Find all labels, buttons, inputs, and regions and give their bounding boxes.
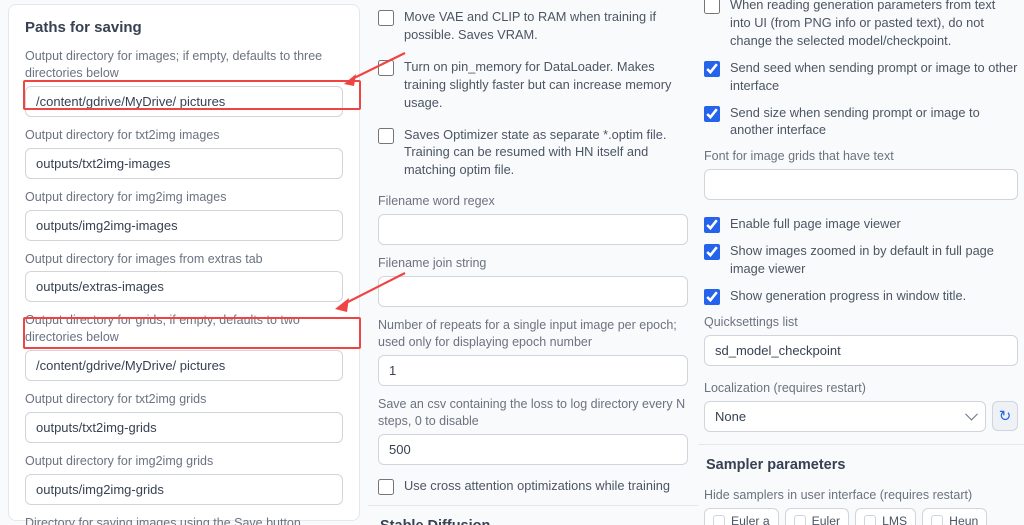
localization-label: Localization (requires restart) [704,380,1018,397]
outdir-img2img-images-input[interactable] [25,210,343,241]
save-optim-row[interactable]: Saves Optimizer state as separate *.opti… [378,126,688,180]
localization-select[interactable]: None [704,401,986,432]
send-size-checkbox[interactable] [704,106,720,122]
full-page-viewer-label: Enable full page image viewer [730,215,901,233]
refresh-icon: ↻ [999,407,1012,425]
progress-title-label: Show generation progress in window title… [730,287,966,305]
zoom-default-label: Show images zoomed in by default in full… [730,242,1018,278]
zoom-default-row[interactable]: Show images zoomed in by default in full… [704,242,1018,278]
checkbox-icon [713,515,725,525]
zoom-default-checkbox[interactable] [704,244,720,260]
send-seed-label: Send seed when sending prompt or image t… [730,59,1018,95]
infotext-keep-model-checkbox[interactable] [704,0,720,14]
infotext-keep-model-label: When reading generation parameters from … [730,0,1018,50]
move-vae-row[interactable]: Move VAE and CLIP to RAM when training i… [378,8,688,44]
checkbox-icon [864,515,876,525]
sampler-chip[interactable]: Euler [785,508,849,525]
filename-join-input[interactable] [378,276,688,307]
move-vae-label: Move VAE and CLIP to RAM when training i… [404,8,688,44]
outdir-img2img-images-label: Output directory for img2img images [25,189,343,206]
filename-regex-input[interactable] [378,214,688,245]
repeats-label: Number of repeats for a single input ima… [378,317,688,351]
filename-regex-label: Filename word regex [378,193,688,210]
repeats-input[interactable] [378,355,688,386]
sampler-chip-label: LMS [882,514,907,525]
outdir-images-label: Output directory for images; if empty, d… [25,48,343,82]
csv-steps-input[interactable] [378,434,688,465]
send-size-row[interactable]: Send size when sending prompt or image t… [704,104,1018,140]
sampler-chip-label: Euler a [731,514,770,525]
cross-attn-label: Use cross attention optimizations while … [404,477,670,495]
outdir-grids-input[interactable] [25,350,343,381]
sampler-chip-label: Heun [949,514,978,525]
paths-for-saving-card: Paths for saving Output directory for im… [8,4,360,521]
checkbox-icon [931,515,943,525]
paths-for-saving-title: Paths for saving [25,19,343,36]
outdir-txt2img-images-input[interactable] [25,148,343,179]
pin-memory-row[interactable]: Turn on pin_memory for DataLoader. Makes… [378,58,688,112]
sampler-parameters-heading: Sampler parameters [704,457,1018,481]
sampler-chip[interactable]: LMS [855,508,916,525]
outdir-grids-label: Output directory for grids; if empty, de… [25,312,343,346]
quicksettings-input[interactable] [704,335,1018,366]
save-optim-checkbox[interactable] [378,128,394,144]
font-grid-input[interactable] [704,169,1018,200]
quicksettings-label: Quicksettings list [704,314,1018,331]
csv-steps-label: Save an csv containing the loss to log d… [378,396,688,430]
send-size-label: Send size when sending prompt or image t… [730,104,1018,140]
outdir-img2img-grids-label: Output directory for img2img grids [25,453,343,470]
outdir-txt2img-images-label: Output directory for txt2img images [25,127,343,144]
cross-attn-checkbox[interactable] [378,479,394,495]
hide-samplers-label: Hide samplers in user interface (require… [704,487,1018,504]
outdir-extras-input[interactable] [25,271,343,302]
sampler-chip[interactable]: Euler a [704,508,779,525]
full-page-viewer-row[interactable]: Enable full page image viewer [704,215,1018,233]
pin-memory-label: Turn on pin_memory for DataLoader. Makes… [404,58,688,112]
outdir-save-button-label: Directory for saving images using the Sa… [25,515,343,525]
cross-attn-row[interactable]: Use cross attention optimizations while … [378,477,688,495]
sampler-chip[interactable]: Heun [922,508,987,525]
checkbox-icon [794,515,806,525]
progress-title-checkbox[interactable] [704,289,720,305]
outdir-extras-label: Output directory for images from extras … [25,251,343,268]
pin-memory-checkbox[interactable] [378,60,394,76]
send-seed-checkbox[interactable] [704,61,720,77]
sampler-chips: Euler aEulerLMSHeunDPM2DPM2 aDPM++ 2S aD… [704,508,1018,525]
progress-title-row[interactable]: Show generation progress in window title… [704,287,1018,305]
font-grid-label: Font for image grids that have text [704,148,1018,165]
stable-diffusion-heading: Stable Diffusion [378,506,688,525]
outdir-images-input[interactable] [25,86,343,117]
filename-join-label: Filename join string [378,255,688,272]
infotext-keep-model-row[interactable]: When reading generation parameters from … [704,0,1018,50]
sampler-chip-label: Euler [812,514,840,525]
move-vae-checkbox[interactable] [378,10,394,26]
send-seed-row[interactable]: Send seed when sending prompt or image t… [704,59,1018,95]
outdir-txt2img-grids-label: Output directory for txt2img grids [25,391,343,408]
full-page-viewer-checkbox[interactable] [704,217,720,233]
save-optim-label: Saves Optimizer state as separate *.opti… [404,126,688,180]
outdir-txt2img-grids-input[interactable] [25,412,343,443]
refresh-button[interactable]: ↻ [992,401,1018,431]
outdir-img2img-grids-input[interactable] [25,474,343,505]
